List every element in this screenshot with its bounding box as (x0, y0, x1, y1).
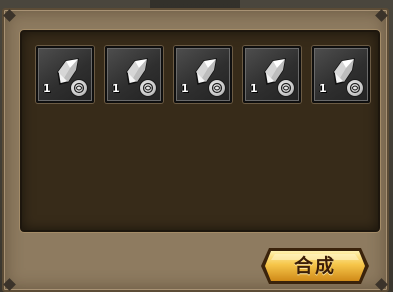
panel-corner-ornament (375, 9, 388, 22)
rune-badge-icon (70, 79, 88, 97)
panel-corner-ornament (375, 278, 388, 291)
item-count: 1 (43, 82, 51, 95)
material-slot[interactable]: 1 (312, 46, 370, 103)
material-slot[interactable]: 1 (243, 46, 301, 103)
material-slot[interactable]: 1 (174, 46, 232, 103)
rune-badge-icon (346, 79, 364, 97)
item-count: 1 (112, 82, 120, 95)
item-count: 1 (319, 82, 327, 95)
material-slot-list: 1 1 1 1 1 (36, 46, 370, 103)
rune-badge-icon (277, 79, 295, 97)
rune-badge-icon (139, 79, 157, 97)
craft-button-label: 合成 (293, 255, 336, 277)
item-count: 1 (250, 82, 258, 95)
rune-badge-icon (208, 79, 226, 97)
crafting-screen: 1 1 1 1 1 合成 (0, 0, 393, 292)
material-slot[interactable]: 1 (36, 46, 94, 103)
crafting-panel: 1 1 1 1 1 合成 (2, 8, 389, 292)
panel-corner-ornament (3, 9, 16, 22)
item-count: 1 (181, 82, 189, 95)
material-slot[interactable]: 1 (105, 46, 163, 103)
craft-button[interactable]: 合成 (259, 246, 371, 286)
panel-corner-ornament (3, 278, 16, 291)
material-slot-area: 1 1 1 1 1 (20, 30, 380, 232)
